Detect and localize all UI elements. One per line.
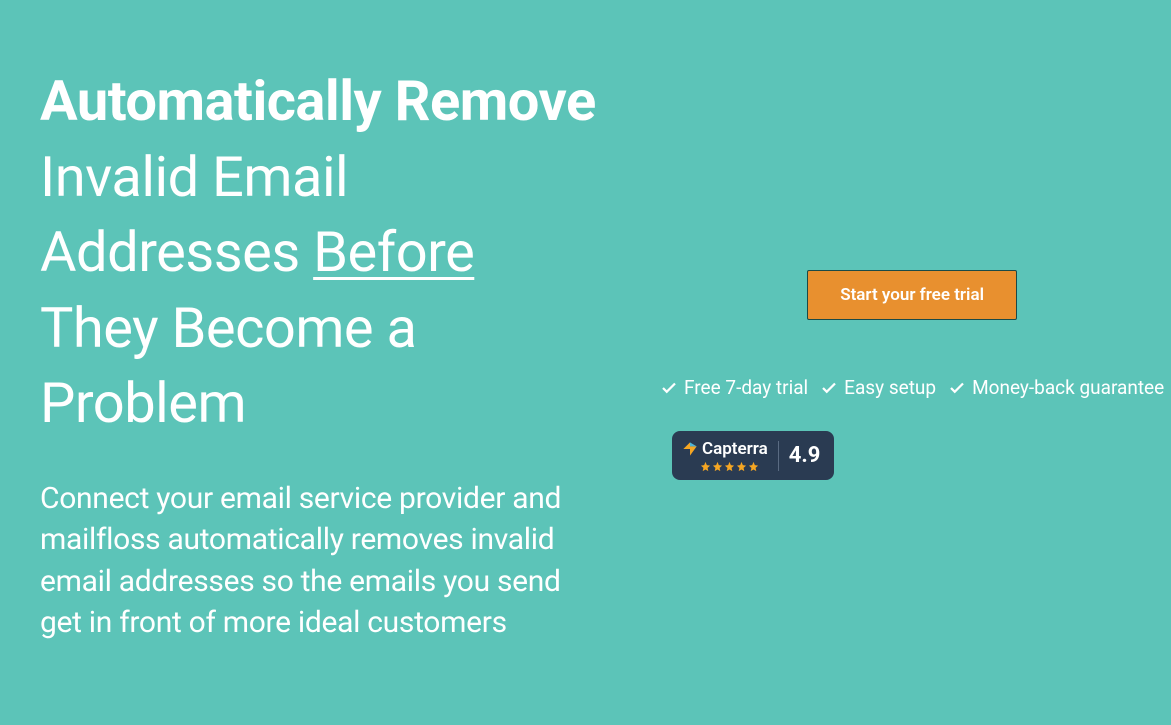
star-icon [700, 461, 711, 472]
feature-text-3: Money-back guarantee [972, 376, 1164, 399]
headline-bold-1: Automatically Remove [40, 68, 596, 134]
start-trial-button[interactable]: Start your free trial [807, 270, 1017, 320]
rating-divider [778, 441, 779, 471]
headline-underline: Before [313, 219, 474, 285]
features-row: Free 7-day trial Easy setup Money-back g… [660, 376, 1164, 399]
hero-subhead: Connect your email service provider and … [40, 478, 600, 644]
feature-money-back: Money-back guarantee [948, 376, 1164, 399]
rating-left: Capterra [682, 439, 768, 472]
headline-text-1: Invalid Email Addresses [40, 144, 348, 286]
feature-free-trial: Free 7-day trial [660, 376, 808, 399]
capterra-brand-row: Capterra [682, 439, 768, 459]
check-icon [820, 379, 838, 397]
hero-right-column: Start your free trial Free 7-day trial E… [600, 64, 1164, 685]
feature-easy-setup: Easy setup [820, 376, 936, 399]
check-icon [948, 379, 966, 397]
star-icon [748, 461, 759, 472]
hero-headline: Automatically Remove Invalid Email Addre… [40, 64, 600, 442]
rating-stars [682, 461, 768, 472]
check-icon [660, 379, 678, 397]
rating-score: 4.9 [789, 443, 821, 468]
capterra-rating-badge[interactable]: Capterra 4.9 [672, 431, 834, 480]
star-icon [724, 461, 735, 472]
capterra-brand-text: Capterra [702, 439, 768, 459]
star-icon [736, 461, 747, 472]
feature-text-2: Easy setup [844, 376, 936, 399]
headline-text-2: They Become a Problem [40, 295, 416, 437]
hero-left-column: Automatically Remove Invalid Email Addre… [40, 64, 600, 685]
capterra-arrow-icon [682, 441, 698, 457]
star-icon [712, 461, 723, 472]
feature-text-1: Free 7-day trial [684, 376, 808, 399]
